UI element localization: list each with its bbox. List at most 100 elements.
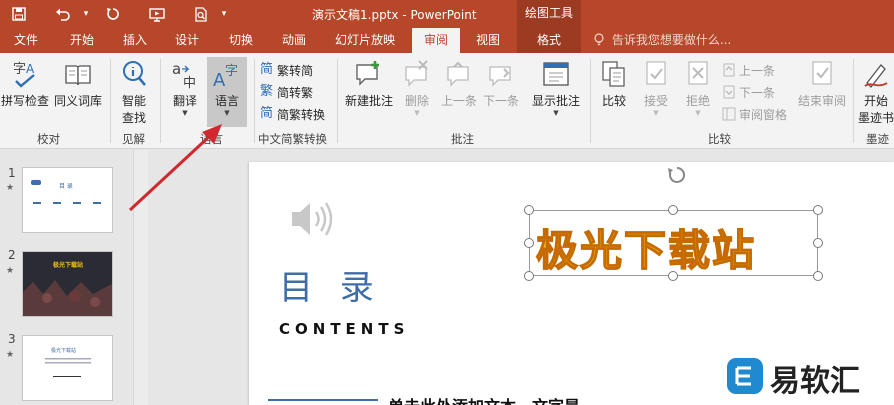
chevron-down-icon: ▼: [653, 109, 659, 117]
resize-handle-n[interactable]: [668, 205, 678, 215]
slide-3-preview-title: 极光下载站: [51, 347, 76, 354]
resize-handle-e[interactable]: [813, 238, 823, 248]
slide-decor-bracket: [268, 399, 378, 405]
chinese-conversion-icon: 简: [260, 106, 274, 121]
svg-text:a: a: [172, 60, 181, 78]
audio-speaker-icon[interactable]: [288, 198, 338, 244]
watermark-logo-icon: [726, 357, 764, 399]
quick-access-toolbar: ▾ ▾: [6, 3, 238, 25]
previous-comment-button[interactable]: 上一条: [438, 59, 480, 109]
reject-icon: [680, 59, 716, 92]
show-comments-button[interactable]: 显示批注 ▼: [530, 59, 582, 117]
slide-3-preview: 极光下载站: [45, 347, 91, 377]
resize-handle-nw[interactable]: [524, 205, 534, 215]
start-inking-label-line1: 开始: [863, 94, 888, 108]
repeat-icon[interactable]: [100, 3, 126, 25]
thesaurus-icon: [52, 59, 104, 92]
trad-to-simp-icon: 简: [260, 62, 274, 77]
reject-button[interactable]: 拒绝 ▼: [680, 59, 716, 117]
resize-handle-se[interactable]: [813, 271, 823, 281]
start-inking-label-line2: 墨迹书: [857, 111, 894, 125]
new-comment-button[interactable]: 新建批注: [342, 59, 396, 109]
tab-view[interactable]: 视图: [476, 28, 500, 53]
annotation-arrow-icon: [128, 124, 222, 212]
comments-group-label: 批注: [451, 132, 474, 146]
delete-comment-button[interactable]: 删除 ▼: [398, 59, 436, 117]
thesaurus-button[interactable]: 同义词库: [52, 59, 104, 109]
show-comments-icon: [530, 59, 582, 92]
start-inking-button[interactable]: 开始 墨迹书: [856, 59, 894, 126]
slide-contents-subtitle[interactable]: CONTENTS: [279, 320, 409, 338]
rotate-handle-icon[interactable]: [666, 164, 688, 190]
new-comment-icon: [342, 59, 396, 92]
previous-comment-icon: [438, 59, 480, 92]
resize-handle-s[interactable]: [668, 271, 678, 281]
chinese-conversion-group-label: 中文简繁转换: [258, 132, 327, 146]
tab-animations[interactable]: 动画: [282, 28, 306, 53]
translate-button[interactable]: a中 翻译 ▼: [164, 59, 206, 117]
reviewing-pane-button[interactable]: 审阅窗格: [722, 105, 787, 123]
present-from-start-icon[interactable]: [144, 3, 170, 25]
next-change-button[interactable]: 下一条: [722, 83, 775, 101]
save-icon[interactable]: [6, 3, 32, 25]
print-preview-icon[interactable]: [188, 3, 214, 25]
end-review-icon: [796, 59, 848, 92]
tab-home[interactable]: 开始: [70, 28, 94, 53]
slide-number: 2: [8, 248, 16, 262]
chevron-down-icon: ▼: [553, 109, 559, 117]
tab-slideshow[interactable]: 幻灯片放映: [335, 28, 395, 53]
pen-icon: [856, 59, 894, 92]
reviewing-pane-icon: [722, 107, 736, 121]
accept-button[interactable]: 接受 ▼: [638, 59, 674, 117]
resize-handle-ne[interactable]: [813, 205, 823, 215]
slide-number: 1: [8, 166, 16, 180]
compare-icon: [596, 59, 632, 92]
chinese-conversion-label: 简繁转换: [277, 107, 326, 122]
tab-insert[interactable]: 插入: [123, 28, 147, 53]
next-change-icon: [722, 85, 736, 99]
watermark: 易软汇: [726, 357, 860, 399]
lightbulb-icon: [594, 33, 608, 47]
svg-text:字: 字: [13, 62, 26, 77]
trad-to-simp-button[interactable]: 简 繁转简: [260, 61, 313, 79]
resize-handle-w[interactable]: [524, 238, 534, 248]
document-title: 演示文稿1.pptx - PowerPoint: [312, 8, 477, 22]
wordart-text[interactable]: 极光下载站: [535, 217, 756, 278]
delete-comment-label: 删除: [404, 94, 429, 108]
animation-star-icon: ★: [6, 350, 15, 360]
group-divider: [254, 59, 255, 143]
slide-thumbnail-2[interactable]: 极光下载站: [22, 251, 113, 317]
tab-file[interactable]: 文件: [14, 28, 38, 53]
undo-dropdown-icon[interactable]: ▾: [80, 3, 92, 25]
tab-format[interactable]: 格式: [517, 28, 581, 53]
tab-design[interactable]: 设计: [175, 28, 199, 53]
group-divider: [590, 59, 591, 143]
tell-me-placeholder: 告诉我您想要做什么...: [611, 33, 732, 47]
customize-qat-icon[interactable]: ▾: [218, 3, 230, 25]
group-divider: [853, 59, 854, 143]
end-review-button[interactable]: 结束审阅: [796, 59, 848, 109]
slide-thumbnail-1[interactable]: 目 录: [22, 167, 113, 233]
slide-body-placeholder[interactable]: 单击此处添加文本，文字是: [388, 393, 580, 405]
slide-title[interactable]: 目 录: [279, 260, 382, 309]
undo-icon[interactable]: [50, 3, 76, 25]
spell-check-button[interactable]: 字A 拼写检查: [0, 59, 50, 109]
slide-1-preview: 目 录: [31, 180, 101, 204]
tab-transitions[interactable]: 切换: [229, 28, 253, 53]
delete-comment-icon: [398, 59, 436, 92]
chinese-conversion-button[interactable]: 简 简繁转换: [260, 105, 325, 123]
tell-me-search[interactable]: 告诉我您想要做什么...: [594, 28, 731, 53]
watermark-text: 易软汇: [770, 364, 860, 399]
next-comment-icon: [480, 59, 522, 92]
tab-review[interactable]: 审阅: [412, 28, 460, 53]
group-divider: [110, 59, 111, 143]
resize-handle-sw[interactable]: [524, 271, 534, 281]
slide-thumbnail-3[interactable]: 极光下载站: [22, 335, 113, 401]
previous-comment-label: 上一条: [440, 94, 477, 108]
previous-change-button[interactable]: 上一条: [722, 61, 775, 79]
next-comment-button[interactable]: 下一条: [480, 59, 522, 109]
simp-to-trad-button[interactable]: 繁 简转繁: [260, 83, 313, 101]
compare-button[interactable]: 比较: [596, 59, 632, 109]
end-review-label: 结束审阅: [797, 94, 846, 108]
translate-icon: a中: [164, 59, 206, 92]
